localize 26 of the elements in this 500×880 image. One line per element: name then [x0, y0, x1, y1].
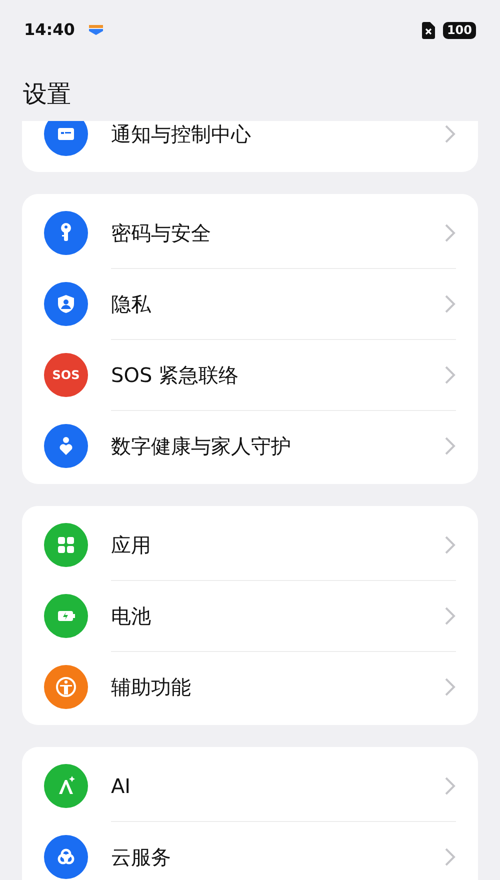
settings-item[interactable]: 应用 — [22, 509, 478, 580]
clock: 14:40 — [24, 19, 75, 41]
settings-item[interactable]: 电池 — [22, 580, 478, 651]
chevron-right-icon — [444, 847, 456, 867]
notification-icon — [88, 25, 103, 35]
chevron-right-icon — [444, 776, 456, 796]
chevron-right-icon — [444, 436, 456, 456]
sos-icon: SOS — [44, 352, 88, 396]
chevron-right-icon — [444, 606, 456, 626]
settings-item[interactable]: 数字健康与家人守护 — [22, 410, 478, 481]
settings-item[interactable]: SOS SOS 紧急联络 — [22, 339, 478, 410]
chevron-right-icon — [444, 534, 456, 554]
chevron-right-icon — [444, 677, 456, 697]
settings-item[interactable]: 云服务 — [22, 821, 478, 880]
chevron-right-icon — [444, 222, 456, 242]
settings-item[interactable]: 辅助功能 — [22, 651, 478, 722]
battery-indicator: 100 — [442, 22, 476, 38]
chevron-right-icon — [444, 365, 456, 385]
sim-icon — [422, 22, 435, 38]
settings-item[interactable]: AI — [22, 750, 478, 821]
page-title: 设置 — [23, 80, 71, 108]
settings-item[interactable]: 通知与控制中心 — [22, 121, 478, 169]
settings-item[interactable]: 密码与安全 — [22, 197, 478, 268]
chevron-right-icon — [444, 124, 456, 144]
chevron-right-icon — [444, 294, 456, 314]
settings-item[interactable]: 隐私 — [22, 268, 478, 339]
